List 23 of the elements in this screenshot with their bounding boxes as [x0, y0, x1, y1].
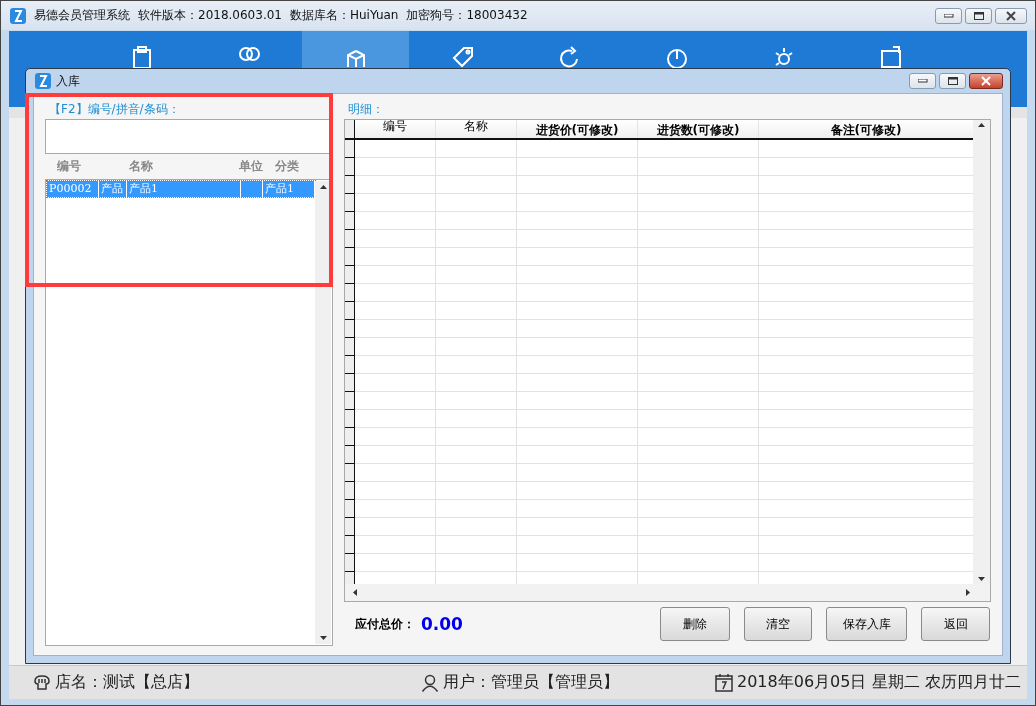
window-title: 易德会员管理系统 — [34, 7, 130, 24]
column-header: 进货数(可修改) — [638, 120, 759, 138]
column-header: 分类 — [275, 158, 300, 175]
search-label: 【F2】编号/拼音/条码： — [48, 101, 181, 118]
column-header: 编号 — [57, 158, 82, 175]
current-user: 用户：管理员【管理员】 — [443, 672, 619, 693]
column-header: 名称 — [129, 158, 154, 175]
total-value: 0.00 — [421, 614, 463, 634]
software-version: 软件版本：2018.0603.01 — [138, 7, 282, 24]
shop-name: 店名：测试【总店】 — [55, 672, 199, 693]
dialog-title: 入库 — [56, 72, 81, 90]
current-date: 2018年06月05日 星期二 农历四月廿二 — [737, 672, 1021, 693]
dongle-number: 加密狗号：18003432 — [406, 7, 528, 24]
column-header: 单位 — [239, 158, 264, 175]
column-header: 进货价(可修改) — [517, 120, 638, 138]
table-cell: P00002 — [47, 181, 99, 197]
column-header: 名称 — [436, 120, 517, 138]
column-header: 编号 — [355, 120, 436, 138]
total-label: 应付总价： — [355, 615, 415, 633]
table-cell: 产品1 — [127, 181, 241, 197]
database-name: 数据库名：HuiYuan — [290, 7, 399, 24]
detail-label: 明细： — [347, 101, 385, 118]
table-cell: 产品 — [99, 181, 127, 197]
